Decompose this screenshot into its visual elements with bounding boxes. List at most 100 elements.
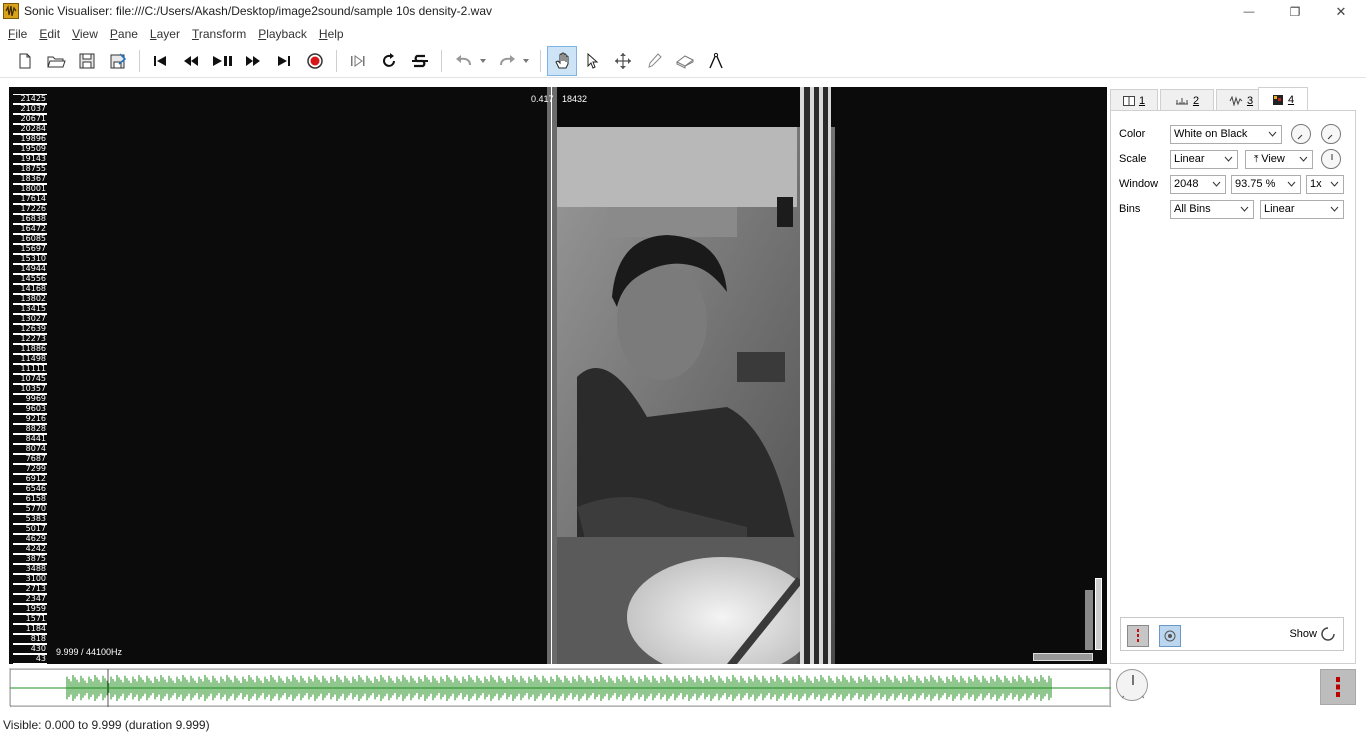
frequency-scale: 21425 21037 20671 20284 19896 19509 19143 18755… xyxy=(9,87,51,664)
save-button[interactable] xyxy=(73,47,101,75)
solo-button[interactable] xyxy=(406,47,434,75)
menu-help[interactable]: Help xyxy=(313,27,350,41)
navigate-tool-button[interactable] xyxy=(547,46,577,76)
menu-transform[interactable]: Transform xyxy=(186,27,252,41)
scale-tick-label: 19896 xyxy=(13,134,47,144)
rewind-start-button[interactable] xyxy=(146,47,174,75)
scale-tick-label: 43 xyxy=(13,654,47,664)
scale-tick-label: 8074 xyxy=(13,444,47,454)
title-bar: Sonic Visualiser: file:///C:/Users/Akash… xyxy=(0,0,1366,24)
scale-tick-label: 5383 xyxy=(13,514,47,524)
vertical-zoom-thumb[interactable] xyxy=(1095,578,1102,650)
playhead-line[interactable] xyxy=(551,87,552,664)
window-label: Window xyxy=(1119,178,1159,190)
overview-waveform-path xyxy=(66,675,1052,701)
oversampling-select[interactable]: 1x xyxy=(1306,175,1344,194)
maximize-button[interactable]: ❐ xyxy=(1272,0,1318,24)
playback-speed-knob[interactable] xyxy=(1116,669,1148,701)
tab-4[interactable]: 4 xyxy=(1258,87,1308,111)
tab-2[interactable]: 2 xyxy=(1160,89,1214,111)
chevron-down-icon xyxy=(1287,181,1296,187)
select-tool-button[interactable] xyxy=(578,47,606,75)
color-rotation-knob[interactable] xyxy=(1321,124,1341,144)
color-select[interactable]: White on Black xyxy=(1170,125,1282,144)
spectrogram-image xyxy=(547,87,835,664)
spectrogram-properties: Color White on Black Scale Linear ⤒ View… xyxy=(1110,110,1356,664)
color-label: Color xyxy=(1119,128,1146,140)
loop-button[interactable] xyxy=(375,47,403,75)
redo-menu-button[interactable] xyxy=(518,47,534,75)
ruler-icon xyxy=(1175,97,1188,104)
rewind-button[interactable] xyxy=(177,47,205,75)
menu-layer[interactable]: Layer xyxy=(144,27,186,41)
redo-button[interactable] xyxy=(493,47,521,75)
chevron-down-icon xyxy=(1240,206,1249,212)
scale-select[interactable]: Linear xyxy=(1170,150,1238,169)
close-button[interactable]: ✕ xyxy=(1318,0,1364,24)
chevron-down-icon xyxy=(1299,156,1308,162)
undo-button[interactable] xyxy=(450,47,478,75)
undo-icon xyxy=(456,55,471,66)
scale-tick-label: 430 xyxy=(13,644,47,654)
move-tool-button[interactable] xyxy=(609,47,637,75)
scale-tick-label: 12639 xyxy=(13,324,47,334)
scale-tick-label: 19509 xyxy=(13,144,47,154)
restore-icon: ❐ xyxy=(1289,5,1301,19)
minimize-button[interactable]: — xyxy=(1226,0,1272,24)
scale-tick-label: 19143 xyxy=(13,154,47,164)
scale-tick-label: 1571 xyxy=(13,614,47,624)
solo-icon xyxy=(412,54,428,68)
record-button[interactable] xyxy=(301,47,329,75)
vertical-zoom-bar[interactable] xyxy=(1085,590,1093,650)
scale-tick-label: 16472 xyxy=(13,224,47,234)
fast-forward-button[interactable] xyxy=(239,47,267,75)
horizontal-zoom-bar[interactable] xyxy=(1033,653,1093,661)
close-icon: ✕ xyxy=(1335,4,1347,19)
scale-tick-label: 12273 xyxy=(13,334,47,344)
menu-pane[interactable]: Pane xyxy=(104,27,144,41)
scale-tick-label: 18367 xyxy=(13,174,47,184)
play-pause-button[interactable] xyxy=(208,47,236,75)
save-as-button[interactable] xyxy=(104,47,132,75)
menu-view[interactable]: View xyxy=(66,27,104,41)
bin-scale-select[interactable]: Linear xyxy=(1260,200,1344,219)
chevron-down-icon xyxy=(1330,206,1339,212)
scale-tick-label: 9969 xyxy=(13,394,47,404)
layer-tabs: 1 2 3 4 xyxy=(1110,87,1356,111)
gain-knob[interactable] xyxy=(1291,124,1311,144)
menu-edit[interactable]: Edit xyxy=(33,27,66,41)
sample-rate-label: 9.999 / 44100Hz xyxy=(56,647,123,657)
forward-end-button[interactable] xyxy=(270,47,298,75)
threshold-knob[interactable] xyxy=(1321,149,1341,169)
show-toggle-icon[interactable] xyxy=(1320,626,1336,642)
normalize-view-select[interactable]: ⤒ View xyxy=(1245,150,1313,169)
menu-file[interactable]: File xyxy=(2,27,33,41)
spectrogram-pane[interactable]: 21425 21037 20671 20284 19896 19509 19143 18755… xyxy=(9,87,1107,664)
play-parameters-button[interactable] xyxy=(1127,625,1149,647)
scale-tick-label: 20671 xyxy=(13,114,47,124)
undo-menu-button[interactable] xyxy=(475,47,491,75)
record-icon xyxy=(307,53,323,69)
scale-tick-label: 15697 xyxy=(13,244,47,254)
tab-1[interactable]: 1 xyxy=(1110,89,1158,111)
menu-playback[interactable]: Playback xyxy=(252,27,313,41)
playback-meter-button[interactable] xyxy=(1320,669,1356,705)
scale-tick-label: 9603 xyxy=(13,404,47,414)
save-as-icon xyxy=(110,53,127,69)
layer-visible-button[interactable] xyxy=(1159,625,1181,647)
scale-tick-label: 21425 xyxy=(13,94,47,104)
scale-tick-label: 16085 xyxy=(13,234,47,244)
play-selection-button[interactable] xyxy=(344,47,372,75)
overview-pane[interactable] xyxy=(9,668,1112,708)
bins-label: Bins xyxy=(1119,203,1141,215)
bins-select[interactable]: All Bins xyxy=(1170,200,1254,219)
play-pause-icon xyxy=(213,56,232,66)
scale-tick-label: 6158 xyxy=(13,494,47,504)
draw-tool-button[interactable] xyxy=(640,47,668,75)
window-size-select[interactable]: 2048 xyxy=(1170,175,1226,194)
open-button[interactable] xyxy=(42,47,70,75)
new-file-button[interactable] xyxy=(11,47,39,75)
erase-tool-button[interactable] xyxy=(671,47,699,75)
measure-tool-button[interactable] xyxy=(702,47,730,75)
window-overlap-select[interactable]: 93.75 % xyxy=(1231,175,1301,194)
